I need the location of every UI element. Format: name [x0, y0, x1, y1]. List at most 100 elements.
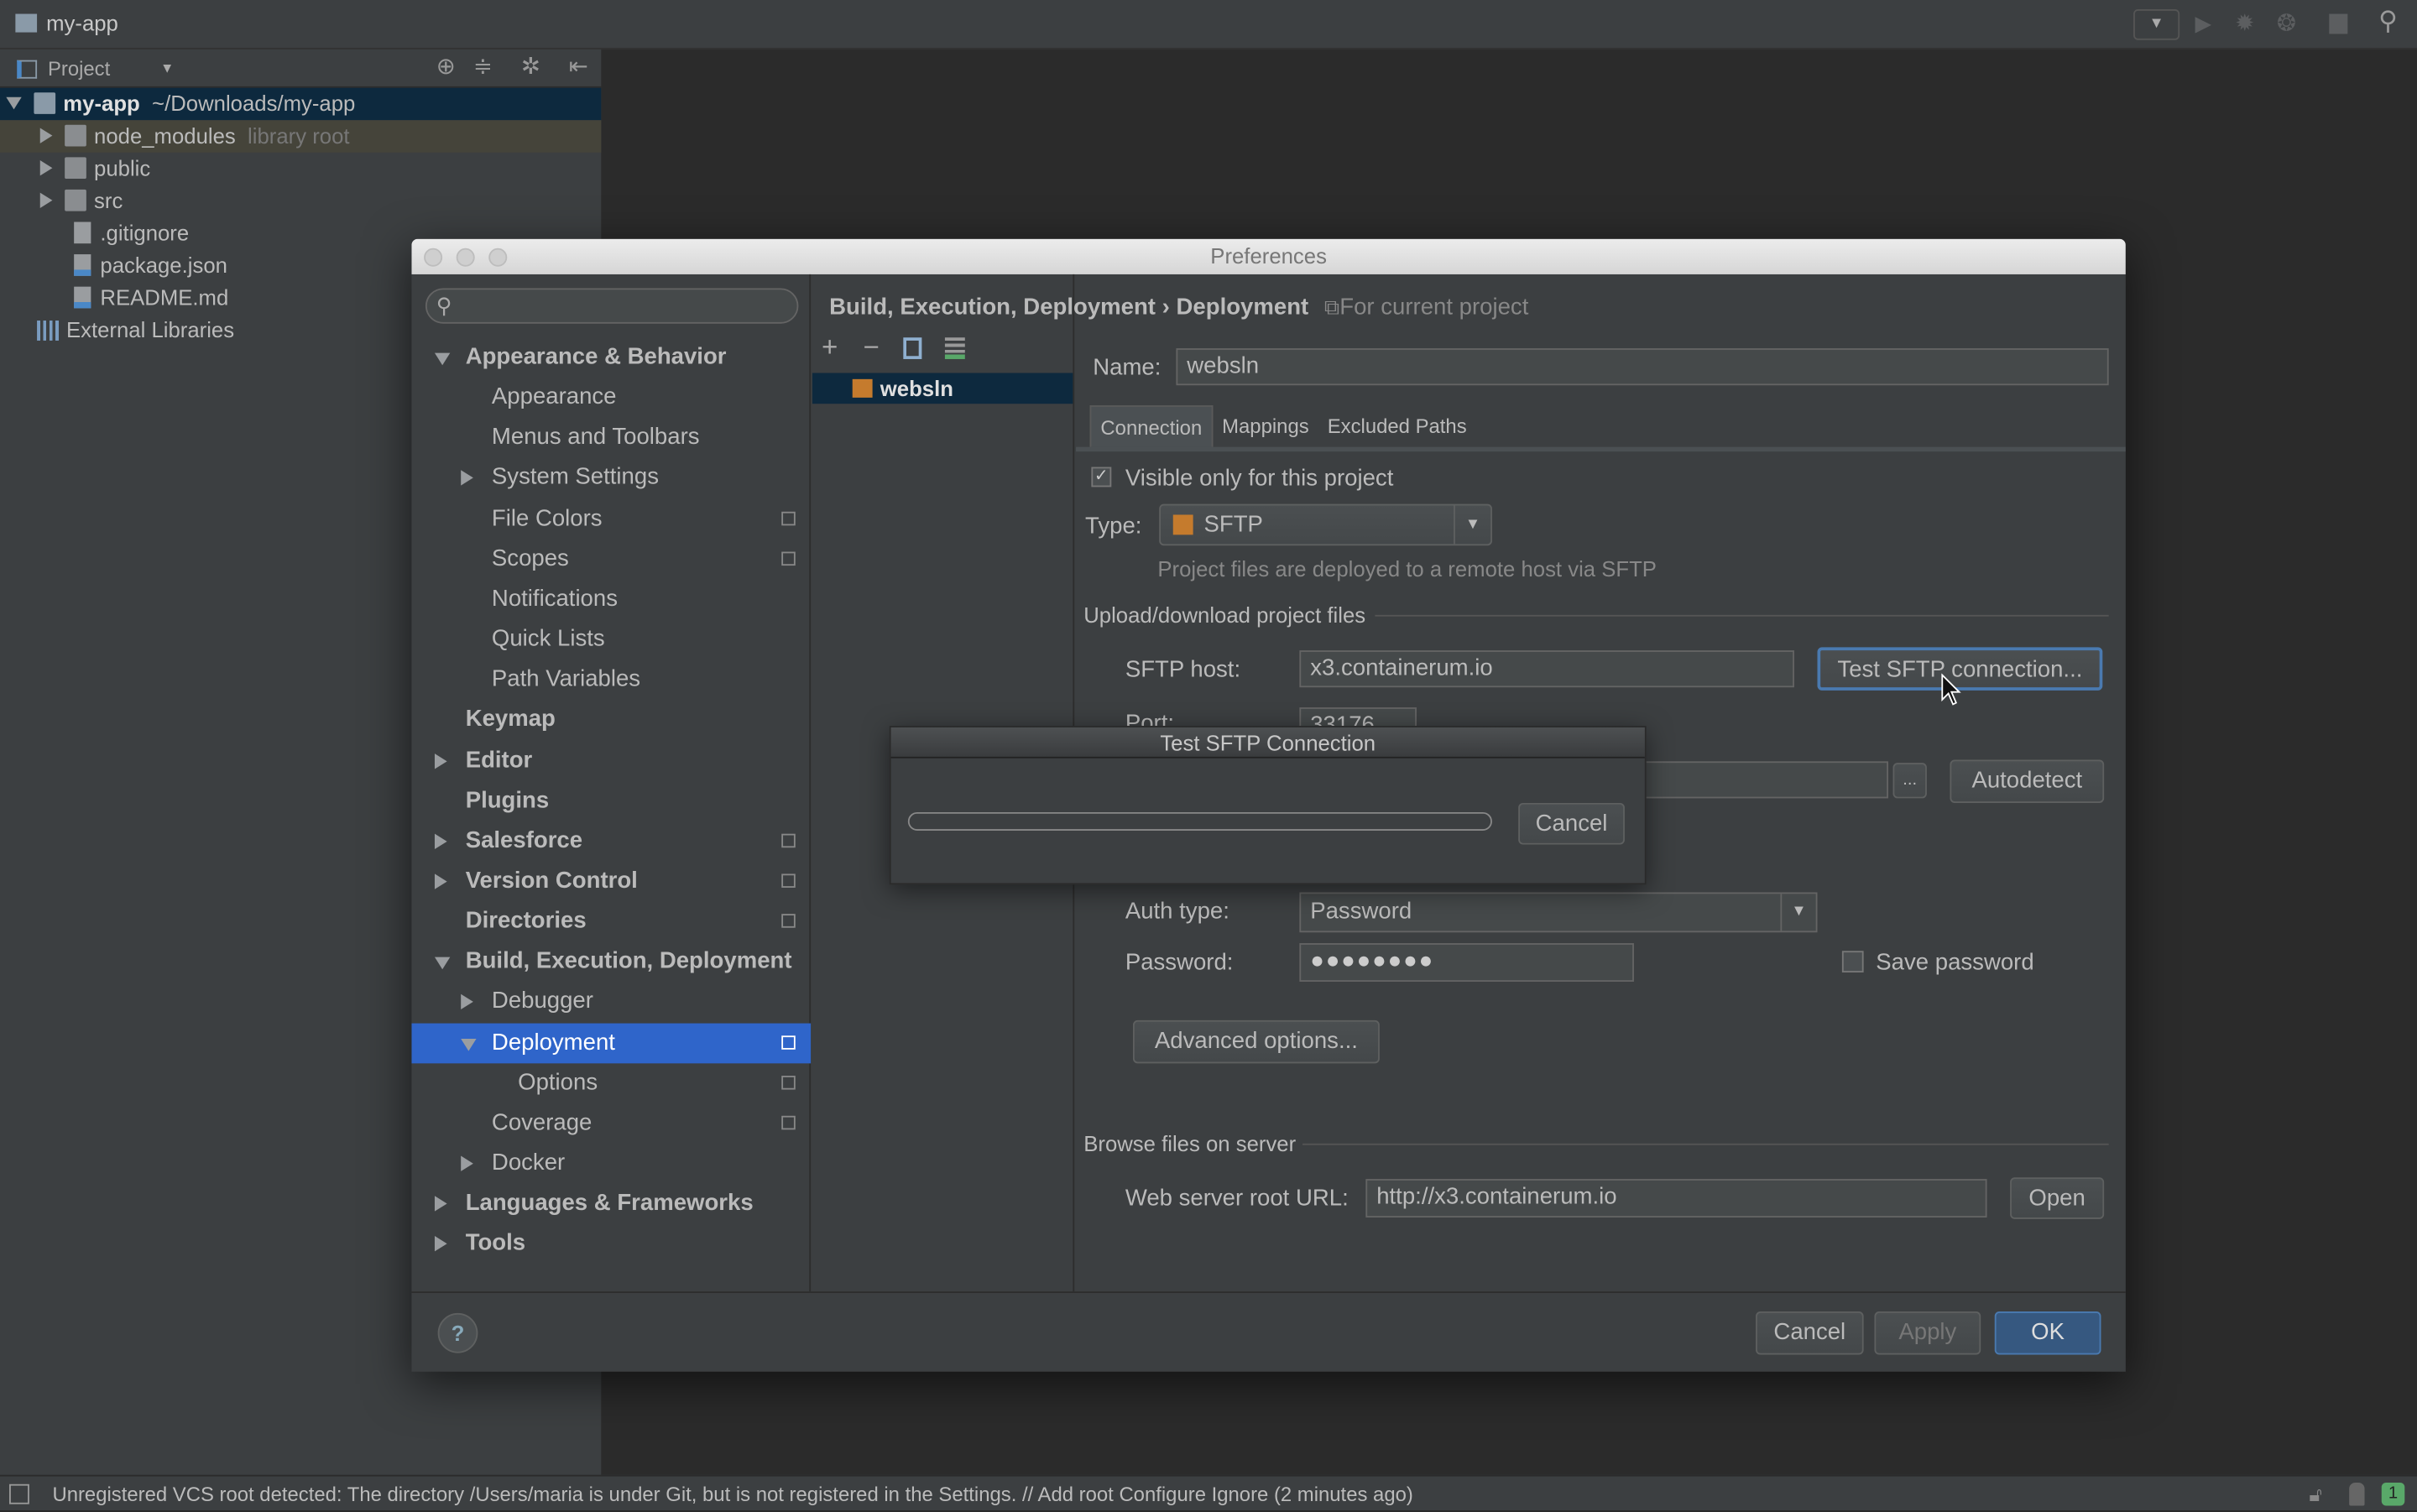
- collapsed-arrow-icon[interactable]: [39, 128, 53, 143]
- expanded-arrow-icon[interactable]: [6, 96, 22, 110]
- settings-nav-item[interactable]: Coverage: [411, 1103, 811, 1144]
- settings-nav-item[interactable]: Build, Execution, Deployment: [411, 942, 811, 983]
- settings-nav-item[interactable]: Quick Lists: [411, 619, 811, 660]
- collapsed-arrow-icon[interactable]: [39, 192, 53, 208]
- collapse-all-icon[interactable]: ≑: [473, 52, 493, 80]
- type-select[interactable]: SFTP ▼: [1159, 503, 1492, 546]
- settings-nav-item[interactable]: Editor: [411, 741, 811, 781]
- zoom-window-button[interactable]: [488, 248, 508, 267]
- settings-nav-item[interactable]: Languages & Frameworks: [411, 1184, 811, 1224]
- server-name-input[interactable]: websln: [1176, 348, 2109, 386]
- use-as-default-icon[interactable]: [944, 337, 965, 359]
- settings-nav-item[interactable]: Debugger: [411, 983, 811, 1023]
- run-config-dropdown[interactable]: ▼: [2133, 9, 2180, 40]
- web-root-url-input[interactable]: http://x3.containerum.io: [1365, 1179, 1987, 1218]
- minimize-window-button[interactable]: [456, 248, 475, 267]
- toggle-tool-windows-icon[interactable]: [9, 1483, 29, 1504]
- remove-server-icon[interactable]: −: [864, 331, 880, 364]
- gear-icon[interactable]: ✲: [521, 52, 540, 80]
- apply-button[interactable]: Apply: [1874, 1311, 1981, 1355]
- breadcrumb-project[interactable]: my-app: [46, 11, 118, 35]
- password-input[interactable]: ●●●●●●●●: [1299, 943, 1634, 983]
- chevron-down-icon[interactable]: ▼: [1780, 894, 1815, 931]
- collapsed-arrow-icon[interactable]: [434, 833, 447, 849]
- settings-nav-item[interactable]: Appearance & Behavior: [411, 337, 811, 378]
- settings-nav-item[interactable]: Docker: [411, 1144, 811, 1184]
- chevron-down-icon[interactable]: ▼: [1454, 505, 1490, 545]
- settings-nav-item[interactable]: Options: [411, 1063, 811, 1103]
- collapsed-arrow-icon[interactable]: [434, 1196, 447, 1212]
- collapsed-arrow-icon[interactable]: [461, 471, 473, 487]
- debug-icon[interactable]: ✹: [2235, 9, 2254, 37]
- ok-button[interactable]: OK: [1994, 1311, 2101, 1355]
- close-window-button[interactable]: [424, 248, 443, 267]
- tree-item-src[interactable]: src: [0, 185, 601, 217]
- stop-icon[interactable]: [2329, 13, 2348, 34]
- settings-nav-item[interactable]: Version Control: [411, 862, 811, 902]
- ide-window: my-app ▼ ▶ ✹ ❂ ⚲ Project ▼ ⊕ ≑ ✲ ⇤ my-ap…: [0, 0, 2417, 1512]
- collapsed-arrow-icon[interactable]: [434, 1236, 447, 1252]
- chevron-down-icon[interactable]: ▼: [160, 60, 174, 76]
- save-password-checkbox[interactable]: [1841, 951, 1864, 972]
- settings-nav-item[interactable]: Plugins: [411, 781, 811, 821]
- settings-nav-item[interactable]: File Colors: [411, 498, 811, 539]
- scroll-from-source-icon[interactable]: ⊕: [436, 52, 456, 80]
- open-button[interactable]: Open: [2010, 1177, 2105, 1219]
- tab-excluded-paths[interactable]: Excluded Paths: [1318, 405, 1476, 447]
- settings-nav-label: Debugger: [491, 988, 593, 1015]
- collapsed-arrow-icon[interactable]: [39, 160, 53, 176]
- collapsed-arrow-icon[interactable]: [434, 873, 447, 889]
- server-item-websln[interactable]: websln: [812, 373, 1073, 404]
- add-server-icon[interactable]: +: [822, 331, 838, 364]
- type-label: Type:: [1085, 513, 1142, 540]
- tree-item-public[interactable]: public: [0, 153, 601, 185]
- browse-path-button[interactable]: ...: [1892, 763, 1927, 799]
- expanded-arrow-icon[interactable]: [434, 957, 451, 970]
- collapsed-arrow-icon[interactable]: [434, 753, 447, 769]
- status-message[interactable]: Unregistered VCS root detected: The dire…: [52, 1477, 1412, 1512]
- settings-nav-item[interactable]: Scopes: [411, 539, 811, 579]
- auth-type-select[interactable]: Password ▼: [1299, 892, 1818, 933]
- server-name: websln: [880, 376, 953, 401]
- settings-nav-item[interactable]: System Settings: [411, 458, 811, 498]
- test-cancel-button[interactable]: Cancel: [1518, 802, 1625, 845]
- hide-panel-icon[interactable]: ⇤: [569, 52, 588, 80]
- settings-nav-item[interactable]: Menus and Toolbars: [411, 418, 811, 458]
- settings-nav-item[interactable]: Path Variables: [411, 660, 811, 700]
- sftp-host-input[interactable]: x3.containerum.io: [1299, 650, 1794, 688]
- settings-search-input[interactable]: ⚲: [425, 288, 799, 324]
- collapsed-arrow-icon[interactable]: [461, 994, 473, 1010]
- auth-type-label: Auth type:: [1125, 898, 1229, 925]
- inspector-icon[interactable]: [2349, 1482, 2365, 1506]
- settings-nav-label: Menus and Toolbars: [491, 424, 700, 451]
- run-icon[interactable]: ▶: [2195, 11, 2212, 37]
- settings-nav-item[interactable]: Appearance: [411, 378, 811, 418]
- tab-connection[interactable]: Connection: [1089, 405, 1214, 447]
- copy-server-icon[interactable]: [903, 337, 922, 359]
- project-view-selector[interactable]: Project: [48, 57, 110, 81]
- autodetect-button[interactable]: Autodetect: [1950, 759, 2105, 803]
- help-button[interactable]: ?: [437, 1312, 478, 1353]
- advanced-options-button[interactable]: Advanced options...: [1133, 1019, 1380, 1064]
- coverage-icon[interactable]: ❂: [2277, 9, 2296, 37]
- tree-item-my-app[interactable]: my-app ~/Downloads/my-app: [0, 87, 602, 121]
- save-password-label: Save password: [1876, 949, 2034, 976]
- expanded-arrow-icon[interactable]: [461, 1038, 477, 1051]
- search-everywhere-icon[interactable]: ⚲: [2378, 6, 2398, 37]
- cancel-button[interactable]: Cancel: [1756, 1311, 1864, 1355]
- lock-icon[interactable]: 🔓︎: [2309, 1477, 2321, 1512]
- tab-mappings[interactable]: Mappings: [1213, 405, 1318, 447]
- expanded-arrow-icon[interactable]: [434, 352, 451, 366]
- settings-nav-item[interactable]: Directories: [411, 902, 811, 942]
- settings-nav-item[interactable]: Notifications: [411, 579, 811, 619]
- breadcrumb-parent: Build, Execution, Deployment: [829, 294, 1156, 321]
- settings-nav-item[interactable]: Keymap: [411, 701, 811, 741]
- settings-nav-item[interactable]: Deployment: [411, 1022, 812, 1063]
- settings-nav-item[interactable]: Tools: [411, 1224, 811, 1264]
- visible-only-checkbox[interactable]: ✓: [1091, 467, 1112, 487]
- collapsed-arrow-icon[interactable]: [461, 1155, 473, 1171]
- tree-item-node-modules[interactable]: node_modules library root: [0, 120, 602, 153]
- event-log-icon[interactable]: 1: [2381, 1482, 2405, 1506]
- password-label: Password:: [1125, 949, 1234, 976]
- settings-nav-item[interactable]: Salesforce: [411, 821, 811, 862]
